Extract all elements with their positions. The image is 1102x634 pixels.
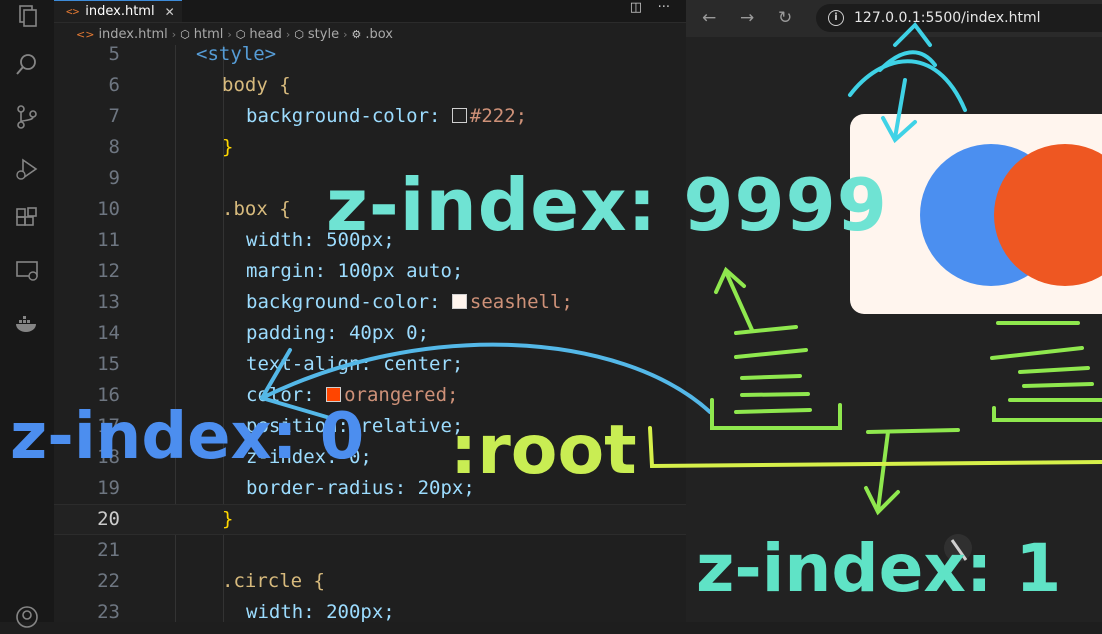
line-number: 6 xyxy=(108,74,120,96)
line-code: text-align: center; xyxy=(246,353,464,375)
line-code: background-color: #222; xyxy=(246,105,528,127)
code-line: 12 margin: 100px auto; xyxy=(54,256,686,287)
css-selector-icon: ⚙ xyxy=(351,27,362,41)
code-line-current: 20 } xyxy=(54,504,686,535)
tab-label: index.html xyxy=(85,4,155,19)
more-actions-icon[interactable]: ··· xyxy=(658,0,670,22)
annotation-root: :root xyxy=(450,411,637,490)
line-number: 11 xyxy=(97,229,120,251)
line-number: 14 xyxy=(97,322,120,344)
element-icon: ⬡ xyxy=(235,27,246,41)
close-icon[interactable]: ✕ xyxy=(165,5,175,19)
line-number: 12 xyxy=(97,260,120,282)
search-icon[interactable] xyxy=(14,52,40,78)
element-icon: ⬡ xyxy=(180,27,190,41)
code-line: 14 padding: 40px 0; xyxy=(54,318,686,349)
chevron-right-icon: › xyxy=(171,27,177,41)
code-line: 5 <style> xyxy=(54,45,686,70)
line-number: 5 xyxy=(108,45,120,65)
line-code: .box { xyxy=(222,198,291,220)
line-number: 8 xyxy=(108,136,120,158)
element-icon: ⬡ xyxy=(294,27,304,41)
breadcrumb-item-head[interactable]: head xyxy=(249,27,281,42)
chevron-right-icon: › xyxy=(227,27,232,41)
line-number: 23 xyxy=(97,601,120,622)
line-number: 15 xyxy=(97,353,120,375)
explorer-icon[interactable] xyxy=(14,2,40,28)
docker-icon[interactable] xyxy=(14,310,40,336)
breadcrumb: <> index.html › ⬡ html › ⬡ head › ⬡ styl… xyxy=(54,23,686,45)
line-code: } xyxy=(222,508,234,530)
reload-icon[interactable]: ↻ xyxy=(778,8,792,28)
line-number: 20 xyxy=(97,508,120,530)
extensions-icon[interactable] xyxy=(14,206,40,232)
browser-toolbar: ← → ↻ i 127.0.0.1:5500/index.html xyxy=(686,0,1102,37)
line-number: 10 xyxy=(97,198,120,220)
back-icon[interactable]: ← xyxy=(702,8,716,28)
line-number: 19 xyxy=(97,477,120,499)
code-line: 8 } xyxy=(54,132,686,163)
code-line: 21 xyxy=(54,535,686,566)
split-editor-icon[interactable]: ◫ xyxy=(630,0,642,22)
code-line: 22 .circle { xyxy=(54,566,686,597)
code-line: 13 background-color: seashell; xyxy=(54,287,686,318)
remote-explorer-icon[interactable] xyxy=(14,258,40,284)
line-number: 21 xyxy=(97,539,120,561)
seashell-box xyxy=(850,114,1102,314)
html-file-icon: <> xyxy=(76,27,95,41)
code-editor[interactable]: 5 <style> 6 body { 7 background-color: #… xyxy=(54,45,686,622)
browser-window: ← → ↻ i 127.0.0.1:5500/index.html xyxy=(686,0,1102,622)
line-code: border-radius: 20px; xyxy=(246,477,475,499)
breadcrumb-item-html[interactable]: html xyxy=(194,27,224,42)
line-number: 7 xyxy=(108,105,120,127)
line-number: 9 xyxy=(108,167,120,189)
tab-index-html[interactable]: <> index.html ✕ xyxy=(54,0,182,22)
url-text: 127.0.0.1:5500/index.html xyxy=(854,10,1041,26)
run-debug-icon[interactable] xyxy=(14,156,40,182)
annotation-z-index-9999: z-index: 9999 xyxy=(326,163,888,247)
code-line: 23 width: 200px; xyxy=(54,597,686,622)
html-file-icon: <> xyxy=(66,5,80,18)
info-icon[interactable]: i xyxy=(828,10,844,26)
line-code: body { xyxy=(222,74,291,96)
source-control-icon[interactable] xyxy=(14,104,40,130)
activity-bar xyxy=(0,0,55,628)
code-line: 6 body { xyxy=(54,70,686,101)
line-code: background-color: seashell; xyxy=(246,291,573,313)
forward-icon[interactable]: → xyxy=(740,8,754,28)
chevron-right-icon: › xyxy=(343,27,348,41)
chevron-right-icon: › xyxy=(285,27,291,41)
code-line: 7 background-color: #222; xyxy=(54,101,686,132)
line-code: <style> xyxy=(196,45,277,65)
line-code: margin: 100px auto; xyxy=(246,260,464,282)
line-number: 13 xyxy=(97,291,120,313)
line-code: .circle { xyxy=(222,570,325,592)
color-swatch[interactable] xyxy=(451,294,467,309)
line-code-value: #222; xyxy=(469,105,528,127)
line-code: width: 200px; xyxy=(246,601,395,622)
breadcrumb-item-index-html[interactable]: index.html xyxy=(98,27,167,42)
annotation-z-index-1: z-index: 1 xyxy=(696,530,1062,607)
breadcrumb-item-box[interactable]: .box xyxy=(365,27,393,42)
color-swatch[interactable] xyxy=(451,108,467,123)
annotation-z-index-0: z-index: 0 xyxy=(10,400,365,474)
line-number: 22 xyxy=(97,570,120,592)
accounts-icon[interactable] xyxy=(14,604,40,630)
breadcrumb-item-style[interactable]: style xyxy=(308,27,339,42)
line-code: padding: 40px 0; xyxy=(246,322,430,344)
code-line: 15 text-align: center; xyxy=(54,349,686,380)
tab-bar: <> index.html ✕ ◫ ··· xyxy=(54,0,686,23)
line-code: } xyxy=(222,136,234,158)
address-bar[interactable]: i 127.0.0.1:5500/index.html xyxy=(816,4,1102,32)
